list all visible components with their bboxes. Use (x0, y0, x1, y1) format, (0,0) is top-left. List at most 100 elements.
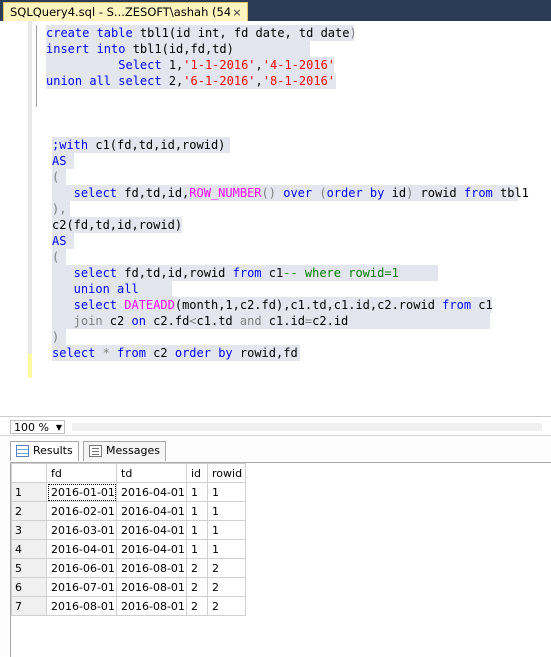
close-icon[interactable]: × (230, 6, 244, 19)
row-number[interactable]: 7 (11, 596, 47, 616)
code-token: date (255, 26, 285, 40)
code-token: ) (52, 330, 60, 344)
code-line[interactable]: ) (52, 329, 66, 345)
cell-rowid[interactable]: 1 (207, 520, 246, 540)
sql-editor[interactable]: create table tbl1(id int, fd date, td da… (0, 21, 551, 416)
row-number[interactable]: 5 (11, 558, 47, 578)
zoom-value: 100 % (14, 421, 49, 434)
table-row[interactable]: 1 2016-01-01 2016-04-01 1 1 (11, 482, 246, 502)
results-grid[interactable]: fd td id rowid 1 2016-01-01 2016-04-01 1 1 2 2… (10, 462, 551, 657)
messages-icon (89, 445, 102, 457)
code-token: '1-1-2016' (183, 58, 256, 72)
cell-rowid[interactable]: 1 (207, 501, 246, 521)
cell-fd[interactable]: 2016-04-01 (46, 539, 117, 559)
code-line[interactable]: ), (52, 201, 70, 217)
code-line[interactable]: select fd,td,id,rowid from c1-- where ro… (52, 265, 438, 281)
code-token: id (391, 186, 407, 200)
code-token: order by (174, 346, 240, 360)
row-number[interactable]: 6 (11, 577, 47, 597)
code-line[interactable]: AS (52, 233, 74, 249)
code-token: < (189, 314, 197, 328)
tab-sqlquery4[interactable]: SQLQuery4.sql - S...ZESOFT\ashah (54))* … (3, 2, 248, 21)
tab-results[interactable]: Results (10, 441, 79, 461)
horizontal-scrollbar[interactable] (72, 423, 542, 431)
cell-id[interactable]: 1 (186, 482, 208, 502)
code-line[interactable]: join c2 on c2.fd<c1.td and c1.id=c2.id (52, 313, 490, 329)
code-token: from (232, 266, 269, 280)
cell-td[interactable]: 2016-04-01 (116, 520, 187, 540)
row-number[interactable]: 3 (11, 520, 47, 540)
cell-fd[interactable]: 2016-08-01 (46, 596, 117, 616)
code-line[interactable]: ( (52, 169, 66, 185)
cell-id[interactable]: 2 (186, 558, 208, 578)
editor-margin (0, 21, 30, 416)
cell-rowid[interactable]: 2 (207, 577, 246, 597)
row-number[interactable]: 1 (11, 482, 47, 502)
code-line[interactable]: ;with c1(fd,td,id,rowid) (52, 137, 230, 153)
cell-td[interactable]: 2016-08-01 (116, 577, 187, 597)
table-row[interactable]: 3 2016-03-01 2016-04-01 1 1 (11, 520, 246, 540)
results-table: fd td id rowid 1 2016-01-01 2016-04-01 1 1 2 2… (11, 463, 246, 616)
code-token: join (52, 314, 110, 328)
code-line[interactable]: select * from c2 order by rowid,fd (52, 345, 300, 361)
code-line[interactable]: insert into tbl1(id,fd,td) (46, 41, 310, 57)
cell-id[interactable]: 2 (186, 577, 208, 597)
cell-fd[interactable]: 2016-06-01 (46, 558, 117, 578)
code-token: -- where rowid=1 (283, 266, 399, 280)
code-line[interactable]: ( (52, 249, 66, 265)
code-line[interactable]: union all (52, 281, 172, 297)
cell-rowid[interactable]: 2 (207, 558, 246, 578)
table-row[interactable]: 6 2016-07-01 2016-08-01 2 2 (11, 577, 246, 597)
code-line[interactable]: AS (52, 153, 74, 169)
code-line[interactable]: union all select 2,'6-1-2016','8-1-2016' (46, 73, 336, 89)
code-token: union all (52, 282, 139, 296)
code-line[interactable]: select DATEADD(month,1,c2.fd),c1.td,c1.i… (52, 297, 493, 313)
cell-td[interactable]: 2016-04-01 (116, 501, 187, 521)
cell-id[interactable]: 1 (186, 539, 208, 559)
cell-id[interactable]: 2 (186, 596, 208, 616)
document-tab-strip: SQLQuery4.sql - S...ZESOFT\ashah (54))* … (0, 0, 551, 21)
code-line[interactable]: create table tbl1(id int, fd date, td da… (46, 25, 357, 41)
tab-messages[interactable]: Messages (83, 441, 166, 461)
grid-header-row: fd td id rowid (11, 463, 246, 483)
column-header-id[interactable]: id (186, 463, 208, 483)
code-line[interactable]: select fd,td,id,ROW_NUMBER() over (order… (52, 185, 529, 201)
code-token: select (52, 186, 125, 200)
cell-rowid[interactable]: 1 (207, 539, 246, 559)
cell-fd[interactable]: 2016-03-01 (46, 520, 117, 540)
code-token: Select (46, 58, 169, 72)
code-line[interactable]: c2(fd,td,id,rowid) (52, 217, 182, 233)
code-token: fd,td,id, (124, 186, 190, 200)
cell-rowid[interactable]: 1 (207, 482, 246, 502)
row-number[interactable]: 4 (11, 539, 47, 559)
cell-fd[interactable]: 2016-07-01 (46, 577, 117, 597)
code-token: ) (349, 26, 357, 40)
code-token: 2, (168, 74, 184, 88)
tab-messages-label: Messages (106, 444, 160, 457)
code-token: , fd (219, 26, 256, 40)
table-row[interactable]: 5 2016-06-01 2016-08-01 2 2 (11, 558, 246, 578)
cell-td[interactable]: 2016-08-01 (116, 558, 187, 578)
table-row[interactable]: 2 2016-02-01 2016-04-01 1 1 (11, 501, 246, 521)
row-number-header[interactable] (11, 463, 47, 483)
cell-id[interactable]: 1 (186, 501, 208, 521)
column-header-td[interactable]: td (116, 463, 187, 483)
cell-td[interactable]: 2016-04-01 (116, 482, 187, 502)
code-token: insert into (46, 42, 133, 56)
table-row[interactable]: 4 2016-04-01 2016-04-01 1 1 (11, 539, 246, 559)
cell-fd[interactable]: 2016-02-01 (46, 501, 117, 521)
column-header-rowid[interactable]: rowid (207, 463, 246, 483)
zoom-select[interactable]: 100 % ▼ (10, 420, 65, 434)
code-token: select (52, 346, 103, 360)
row-number[interactable]: 2 (11, 501, 47, 521)
cell-rowid[interactable]: 2 (207, 596, 246, 616)
cell-fd[interactable]: 2016-01-01 (46, 482, 117, 502)
table-row[interactable]: 7 2016-08-01 2016-08-01 2 2 (11, 596, 246, 616)
cell-td[interactable]: 2016-08-01 (116, 596, 187, 616)
results-pane: Results Messages fd td id rowid 1 2016-01… (0, 435, 551, 657)
code-line[interactable]: Select 1,'1-1-2016','4-1-2016' (46, 57, 335, 73)
cell-id[interactable]: 1 (186, 520, 208, 540)
column-header-fd[interactable]: fd (46, 463, 117, 483)
code-token: from (117, 346, 154, 360)
cell-td[interactable]: 2016-04-01 (116, 539, 187, 559)
